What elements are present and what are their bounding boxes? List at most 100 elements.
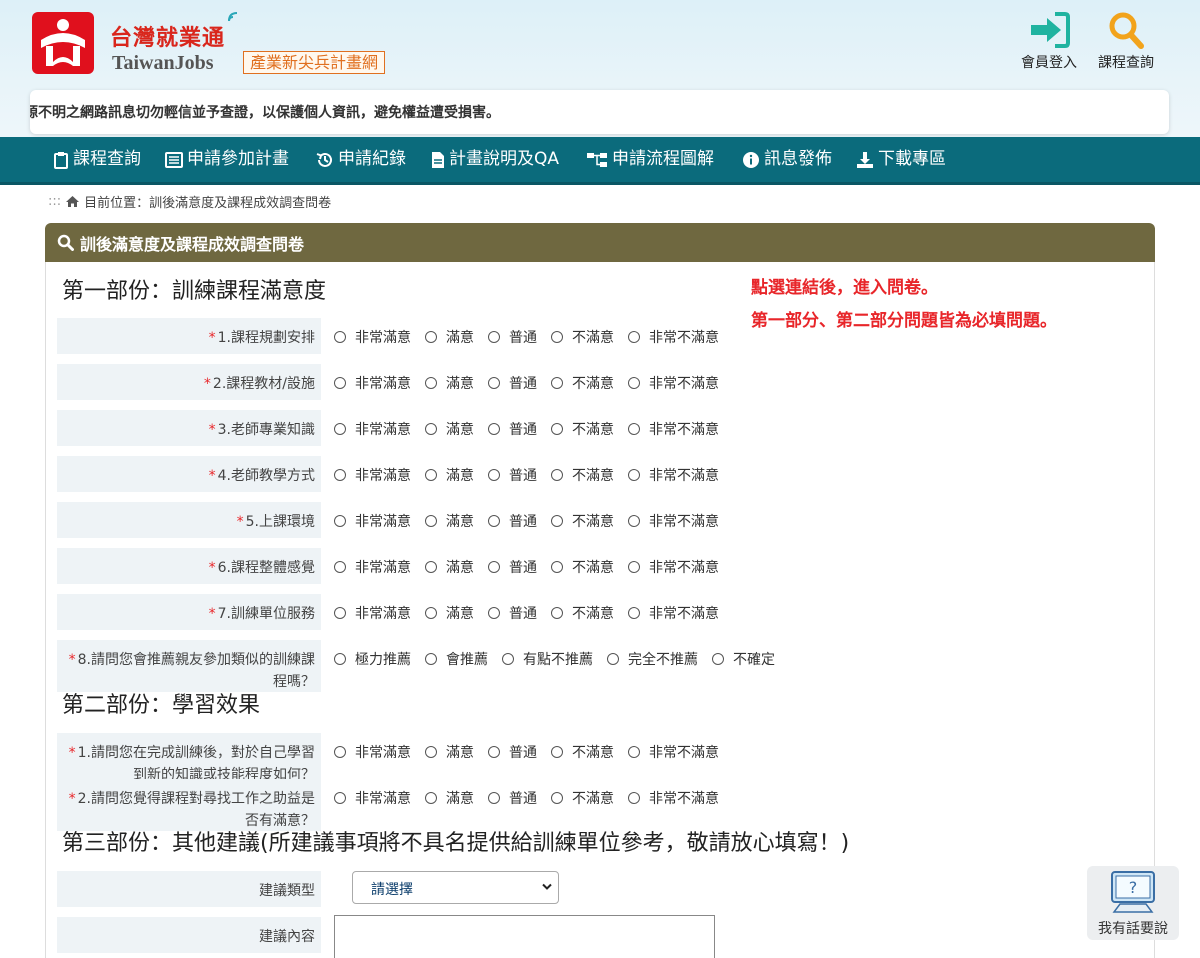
radio-button[interactable]	[551, 331, 563, 343]
radio-option[interactable]: 滿意	[425, 373, 474, 393]
radio-option[interactable]: 非常不滿意	[628, 603, 719, 623]
radio-option[interactable]: 滿意	[425, 511, 474, 531]
radio-option[interactable]: 滿意	[425, 742, 474, 762]
radio-button[interactable]	[488, 561, 500, 573]
radio-button[interactable]	[334, 607, 346, 619]
radio-button[interactable]	[628, 377, 640, 389]
radio-option[interactable]: 非常滿意	[334, 742, 411, 762]
radio-button[interactable]	[551, 377, 563, 389]
radio-option[interactable]: 普通	[488, 327, 537, 347]
radio-button[interactable]	[334, 423, 346, 435]
radio-option[interactable]: 普通	[488, 465, 537, 485]
radio-option[interactable]: 滿意	[425, 465, 474, 485]
radio-button[interactable]	[712, 653, 724, 665]
nav-item-course-search[interactable]: 課程查詢	[53, 137, 141, 182]
radio-button[interactable]	[488, 469, 500, 481]
radio-option[interactable]: 不滿意	[551, 511, 614, 531]
radio-option[interactable]: 完全不推薦	[607, 649, 698, 669]
radio-option[interactable]: 普通	[488, 419, 537, 439]
radio-option[interactable]: 非常不滿意	[628, 465, 719, 485]
radio-option[interactable]: 非常不滿意	[628, 557, 719, 577]
radio-button[interactable]	[425, 607, 437, 619]
radio-button[interactable]	[628, 331, 640, 343]
suggestion-type-select[interactable]: 請選擇	[352, 871, 559, 904]
radio-option[interactable]: 普通	[488, 557, 537, 577]
radio-button[interactable]	[502, 653, 514, 665]
radio-option[interactable]: 極力推薦	[334, 649, 411, 669]
radio-option[interactable]: 非常滿意	[334, 557, 411, 577]
nav-item-plan-qa[interactable]: 計畫說明及QA	[431, 137, 559, 182]
radio-button[interactable]	[425, 561, 437, 573]
radio-button[interactable]	[488, 423, 500, 435]
radio-option[interactable]: 普通	[488, 603, 537, 623]
nav-item-news[interactable]: 訊息發佈	[742, 137, 832, 182]
radio-option[interactable]: 不滿意	[551, 788, 614, 808]
nav-item-flowchart[interactable]: 申請流程圖解	[586, 137, 714, 182]
radio-option[interactable]: 非常不滿意	[628, 419, 719, 439]
feedback-button[interactable]: ? 我有話要說	[1087, 866, 1179, 940]
radio-button[interactable]	[425, 377, 437, 389]
radio-button[interactable]	[334, 792, 346, 804]
nav-item-records[interactable]: 申請紀錄	[316, 137, 406, 182]
radio-button[interactable]	[551, 515, 563, 527]
home-icon[interactable]	[65, 195, 80, 208]
radio-option[interactable]: 不滿意	[551, 327, 614, 347]
radio-option[interactable]: 不確定	[712, 649, 775, 669]
radio-button[interactable]	[488, 792, 500, 804]
radio-option[interactable]: 滿意	[425, 603, 474, 623]
radio-option[interactable]: 非常滿意	[334, 419, 411, 439]
radio-option[interactable]: 滿意	[425, 788, 474, 808]
radio-option[interactable]: 不滿意	[551, 603, 614, 623]
radio-button[interactable]	[425, 792, 437, 804]
radio-button[interactable]	[607, 653, 619, 665]
radio-button[interactable]	[551, 607, 563, 619]
radio-button[interactable]	[488, 746, 500, 758]
radio-option[interactable]: 不滿意	[551, 557, 614, 577]
radio-option[interactable]: 會推薦	[425, 649, 488, 669]
radio-option[interactable]: 非常滿意	[334, 327, 411, 347]
radio-button[interactable]	[425, 746, 437, 758]
radio-option[interactable]: 普通	[488, 511, 537, 531]
radio-option[interactable]: 非常滿意	[334, 373, 411, 393]
radio-option[interactable]: 普通	[488, 742, 537, 762]
radio-button[interactable]	[334, 561, 346, 573]
radio-button[interactable]	[334, 653, 346, 665]
radio-option[interactable]: 非常滿意	[334, 788, 411, 808]
radio-button[interactable]	[628, 469, 640, 481]
radio-option[interactable]: 不滿意	[551, 742, 614, 762]
radio-button[interactable]	[488, 331, 500, 343]
radio-button[interactable]	[334, 515, 346, 527]
radio-option[interactable]: 非常不滿意	[628, 788, 719, 808]
radio-button[interactable]	[551, 746, 563, 758]
course-search-button[interactable]: 課程查詢	[1091, 10, 1161, 72]
radio-button[interactable]	[628, 792, 640, 804]
radio-button[interactable]	[628, 746, 640, 758]
radio-button[interactable]	[551, 561, 563, 573]
radio-button[interactable]	[334, 331, 346, 343]
member-login-button[interactable]: 會員登入	[1014, 10, 1084, 72]
radio-button[interactable]	[334, 469, 346, 481]
radio-button[interactable]	[488, 515, 500, 527]
radio-button[interactable]	[551, 423, 563, 435]
radio-option[interactable]: 滿意	[425, 557, 474, 577]
nav-item-downloads[interactable]: 下載專區	[856, 137, 946, 182]
radio-option[interactable]: 普通	[488, 788, 537, 808]
radio-button[interactable]	[628, 607, 640, 619]
taiwanjobs-logo[interactable]	[32, 12, 94, 74]
radio-button[interactable]	[425, 469, 437, 481]
radio-option[interactable]: 不滿意	[551, 465, 614, 485]
radio-button[interactable]	[334, 377, 346, 389]
radio-option[interactable]: 非常不滿意	[628, 327, 719, 347]
nav-item-apply[interactable]: 申請參加計畫	[165, 137, 289, 182]
radio-option[interactable]: 普通	[488, 373, 537, 393]
radio-button[interactable]	[425, 423, 437, 435]
radio-option[interactable]: 非常不滿意	[628, 511, 719, 531]
radio-option[interactable]: 不滿意	[551, 373, 614, 393]
radio-button[interactable]	[488, 607, 500, 619]
radio-option[interactable]: 有點不推薦	[502, 649, 593, 669]
radio-button[interactable]	[425, 331, 437, 343]
radio-button[interactable]	[425, 515, 437, 527]
radio-button[interactable]	[551, 469, 563, 481]
radio-option[interactable]: 非常滿意	[334, 465, 411, 485]
radio-option[interactable]: 非常不滿意	[628, 742, 719, 762]
